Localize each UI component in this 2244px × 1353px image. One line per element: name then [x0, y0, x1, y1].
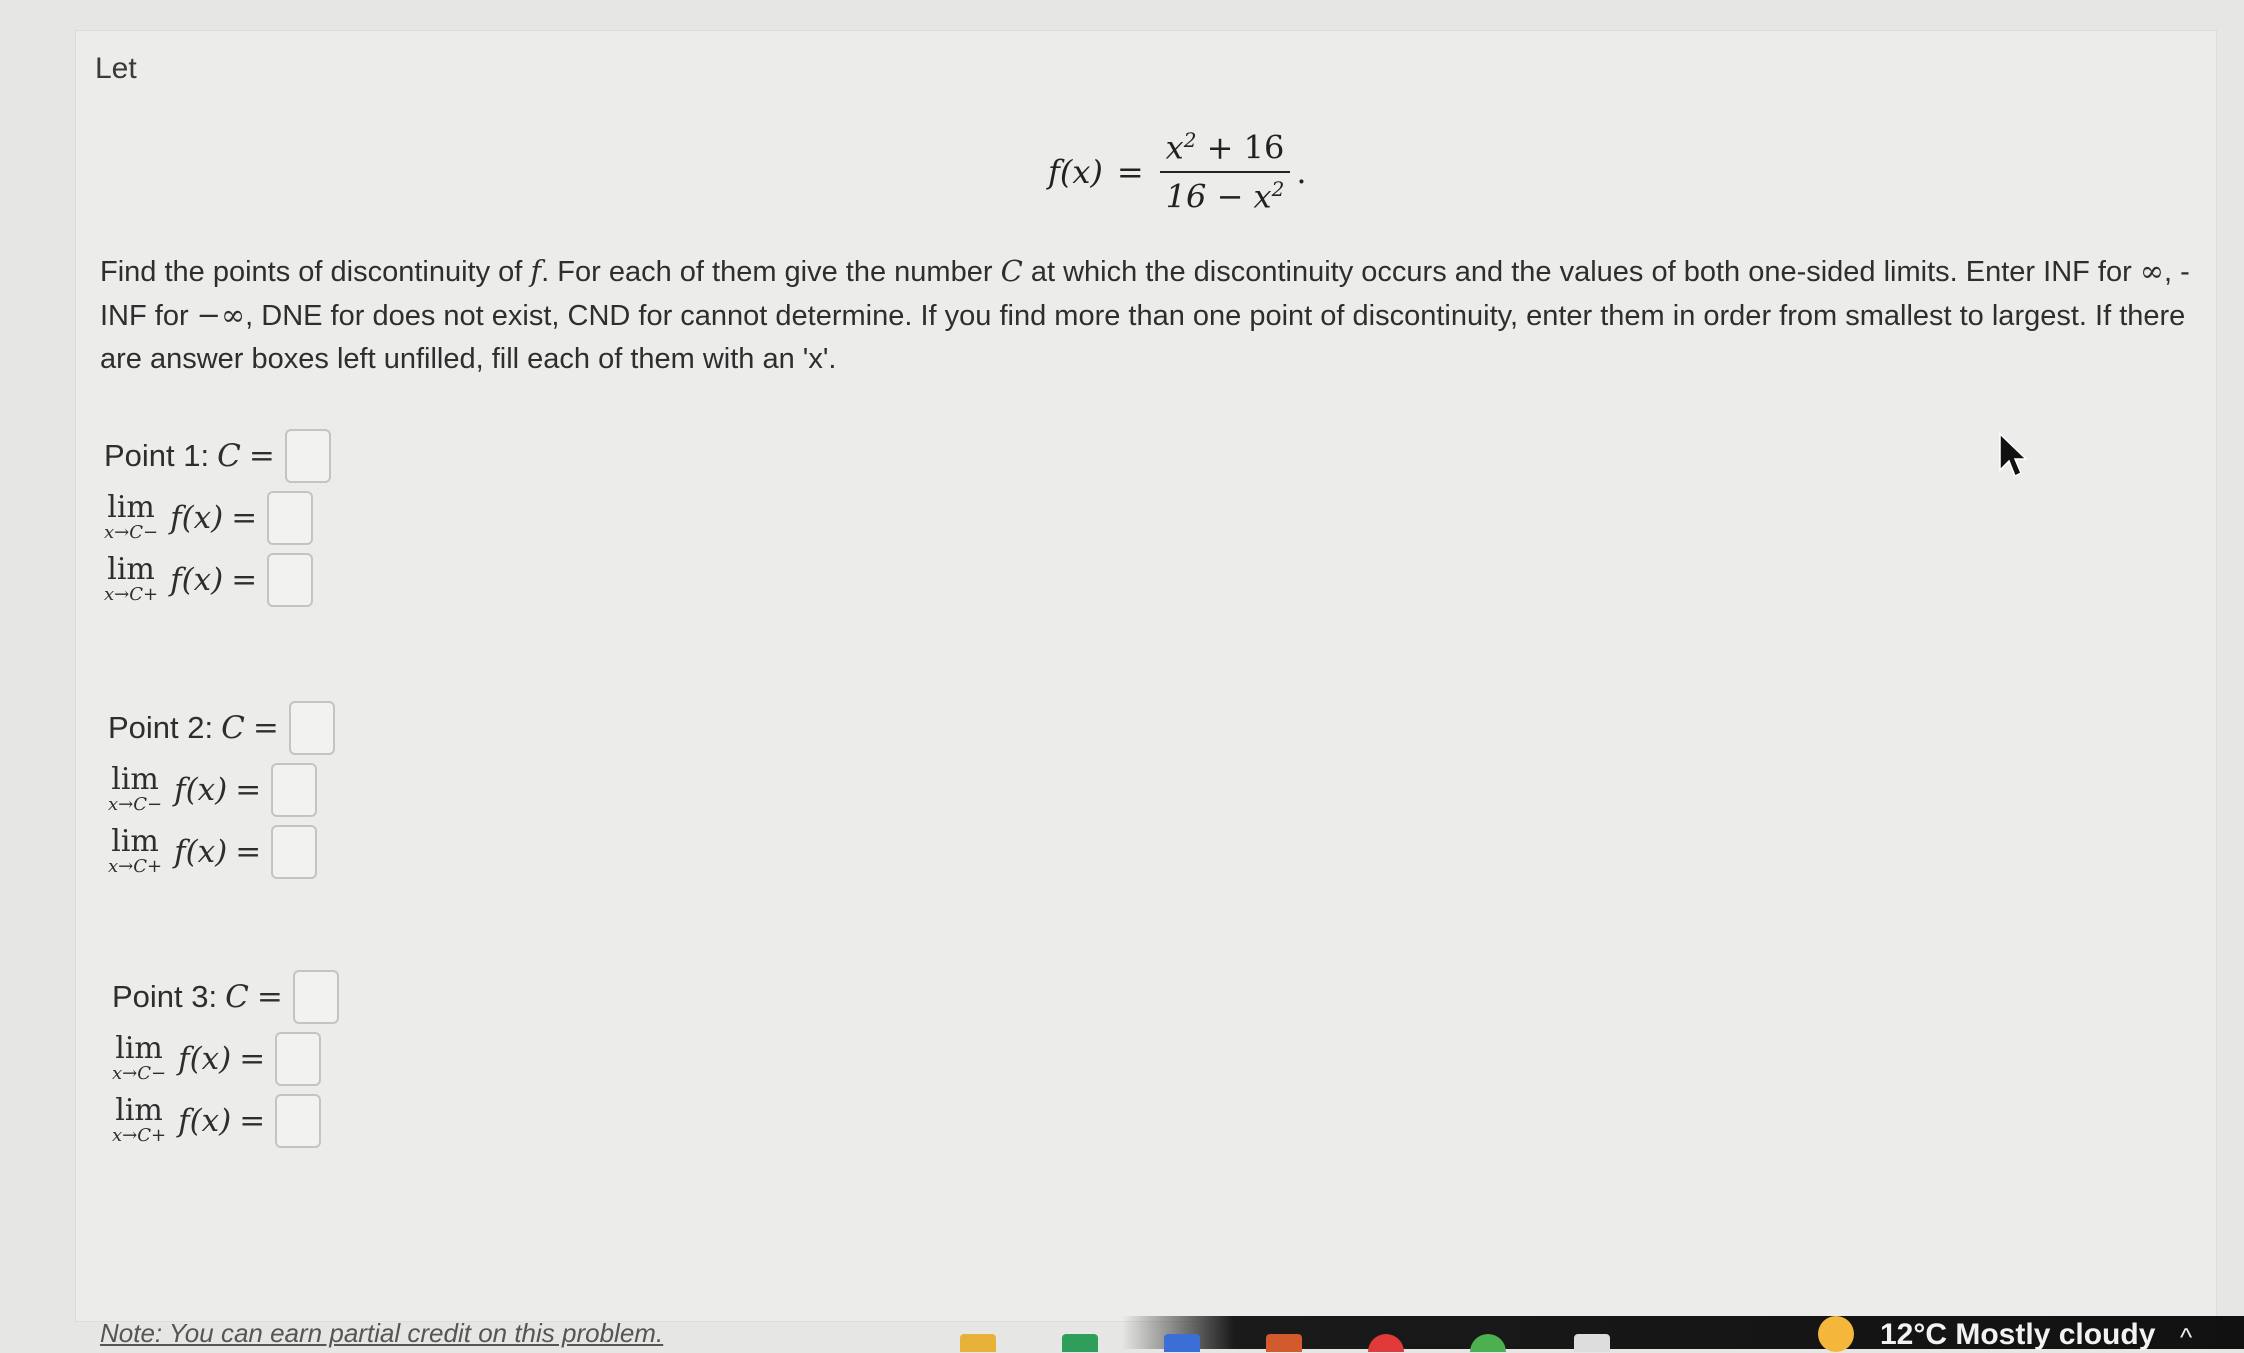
- point-label: Point 3:: [112, 979, 218, 1014]
- powerpoint-icon[interactable]: [1266, 1334, 1302, 1352]
- point-2-right-limit-input[interactable]: [271, 825, 318, 879]
- problem-panel: [75, 30, 2217, 1322]
- partial-credit-note: Note: You can earn partial credit on thi…: [100, 1318, 664, 1348]
- formula-denominator: 16 − x2: [1165, 176, 1285, 216]
- file-explorer-icon[interactable]: [960, 1334, 996, 1352]
- excel-icon[interactable]: [1062, 1334, 1098, 1352]
- intro-let: Let: [95, 52, 137, 85]
- limit-left: lim x→C−: [108, 762, 163, 815]
- point-3-left-limit-input[interactable]: [275, 1032, 322, 1086]
- point-3-c-input[interactable]: [292, 970, 339, 1024]
- point-1-left-limit-input[interactable]: [267, 491, 314, 545]
- formula-numerator: x2 + 16: [1165, 128, 1285, 167]
- gear-icon[interactable]: [1574, 1334, 1610, 1352]
- point-3-block: Point 3: C = lim x→C− f(x) = lim x→C+ f(x) =: [112, 966, 339, 1152]
- limit-left: lim x→C−: [112, 1031, 167, 1084]
- formula-equals: =: [1116, 152, 1144, 191]
- limit-left: lim x→C−: [104, 490, 159, 543]
- weather-sun-icon[interactable]: [1818, 1316, 1854, 1352]
- chevron-up-icon[interactable]: ^: [2180, 1322, 2192, 1353]
- limit-right: lim x→C+: [108, 824, 163, 877]
- weather-status[interactable]: 12°C Mostly cloudy: [1880, 1318, 2155, 1352]
- formula-period: .: [1296, 152, 1307, 191]
- limit-right: lim x→C+: [112, 1093, 167, 1146]
- limit-right: lim x→C+: [104, 552, 159, 605]
- point-label: Point 2:: [108, 710, 214, 745]
- point-label: Point 1:: [104, 438, 210, 473]
- fraction-bar: [1159, 170, 1291, 173]
- point-1-c-input[interactable]: [284, 429, 331, 483]
- instructions-text: Find the points of discontinuity of f. F…: [100, 254, 2190, 375]
- formula-lhs: f(x): [1048, 152, 1103, 191]
- point-2-block: Point 2: C = lim x→C− f(x) = lim x→C+ f(x) =: [108, 697, 335, 883]
- point-2-left-limit-input[interactable]: [271, 763, 318, 817]
- point-2-c-input[interactable]: [288, 701, 335, 755]
- point-1-right-limit-input[interactable]: [267, 553, 314, 607]
- word-icon[interactable]: [1164, 1334, 1200, 1352]
- point-3-right-limit-input[interactable]: [275, 1094, 322, 1148]
- point-1-block: Point 1: C = lim x→C− f(x) = lim x→C+ f(x) =: [104, 425, 331, 611]
- formula-fraction: x2 + 16 16 − x2: [1159, 128, 1291, 216]
- function-formula: f(x) = x2 + 16 16 − x2 .: [1048, 128, 1307, 215]
- mouse-cursor-icon: [1999, 432, 2028, 478]
